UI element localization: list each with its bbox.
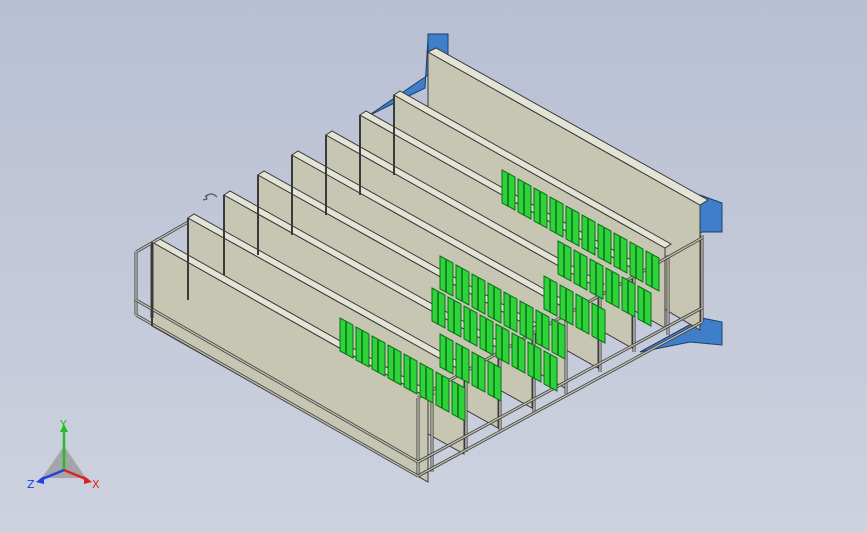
x-axis-label: X [92, 478, 100, 491]
rack-assembly-model[interactable] [0, 0, 867, 533]
z-axis-label: Z [27, 478, 35, 491]
x-arrow-icon [84, 476, 92, 484]
z-arrow-icon [36, 476, 44, 484]
graphics-viewport[interactable]: Y X Z [0, 0, 867, 533]
y-axis-label: Y [59, 418, 67, 431]
reference-triad: Y X Z [27, 418, 100, 491]
